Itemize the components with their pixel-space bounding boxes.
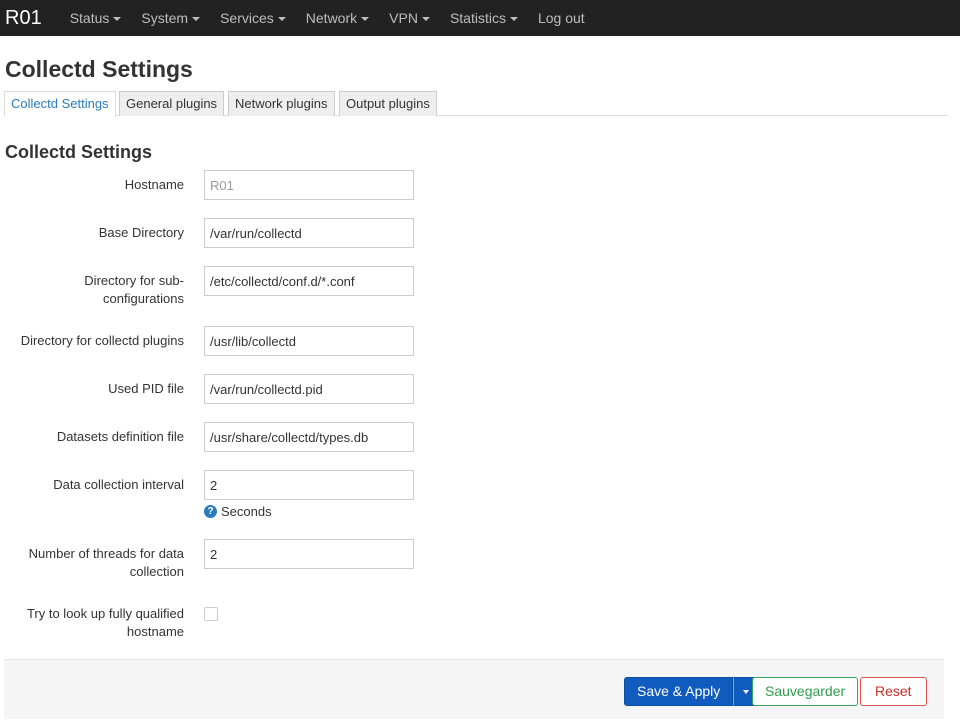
menu-status-label: Status [69,10,110,26]
menu-system[interactable]: System [131,0,210,36]
save-apply-button[interactable]: Save & Apply [624,677,734,706]
datasets-file-input[interactable] [204,422,414,452]
menu-system-label: System [141,10,189,26]
interval-label: Data collection interval [53,477,184,492]
tab-general-plugins[interactable]: General plugins [119,91,225,116]
pid-file-label: Used PID file [108,381,184,396]
save-apply-group: Save & Apply [624,677,760,706]
caret-down-icon [509,17,518,21]
menu-status[interactable]: Status [60,0,132,36]
base-directory-label: Base Directory [98,225,184,240]
menu-vpn-label: VPN [389,10,418,26]
pid-file-input[interactable] [204,374,414,404]
interval-help: ? Seconds [204,504,272,519]
interval-input[interactable] [204,470,414,500]
hostname-input[interactable] [204,170,414,200]
tab-collectd-settings[interactable]: Collectd Settings [4,91,116,117]
menu-services[interactable]: Services [210,0,296,36]
save-button[interactable]: Sauvegarder [752,677,859,706]
top-navbar: R01 Status System Services Network VPN S… [0,0,960,36]
datasets-file-label: Datasets definition file [56,429,184,444]
page-title: Collectd Settings [5,56,193,82]
caret-down-icon [192,17,201,21]
reset-button[interactable]: Reset [860,677,927,706]
section-title: Collectd Settings [5,142,153,162]
tab-network-plugins[interactable]: Network plugins [228,91,335,116]
menu-services-label: Services [220,10,274,26]
interval-help-text: Seconds [221,504,272,519]
brand-hostname[interactable]: R01 [5,7,42,30]
menu-network[interactable]: Network [296,0,379,36]
plugins-directory-label: Directory for collectd plugins [20,333,184,348]
plugins-directory-input[interactable] [204,326,414,356]
menu-logout-label: Log out [537,10,585,26]
tab-output-plugins[interactable]: Output plugins [339,91,437,116]
caret-down-icon [361,17,370,21]
subconfig-directory-input[interactable] [204,266,414,296]
hostname-label: Hostname [124,177,184,192]
threads-label: Number of threads for data collection [28,546,184,579]
caret-down-icon [113,17,122,21]
fqdn-lookup-label: Try to look up fully qualified hostname [26,606,184,639]
action-bar: Save & Apply Sauvegarder Reset [4,659,944,719]
caret-down-icon [743,689,750,694]
caret-down-icon [277,17,286,21]
main-menu: Status System Services Network VPN Stati… [60,0,595,36]
menu-network-label: Network [305,10,358,26]
fqdn-lookup-checkbox[interactable] [204,607,218,621]
menu-statistics[interactable]: Statistics [440,0,528,36]
question-circle-icon: ? [204,505,217,518]
subconfig-directory-label: Directory for sub-configurations [84,273,184,306]
threads-input[interactable] [204,539,414,569]
menu-statistics-label: Statistics [449,10,506,26]
menu-vpn[interactable]: VPN [379,0,440,36]
caret-down-icon [421,17,430,21]
tab-bar: Collectd Settings General plugins Networ… [4,91,949,117]
base-directory-input[interactable] [204,218,414,248]
menu-logout[interactable]: Log out [528,0,595,36]
